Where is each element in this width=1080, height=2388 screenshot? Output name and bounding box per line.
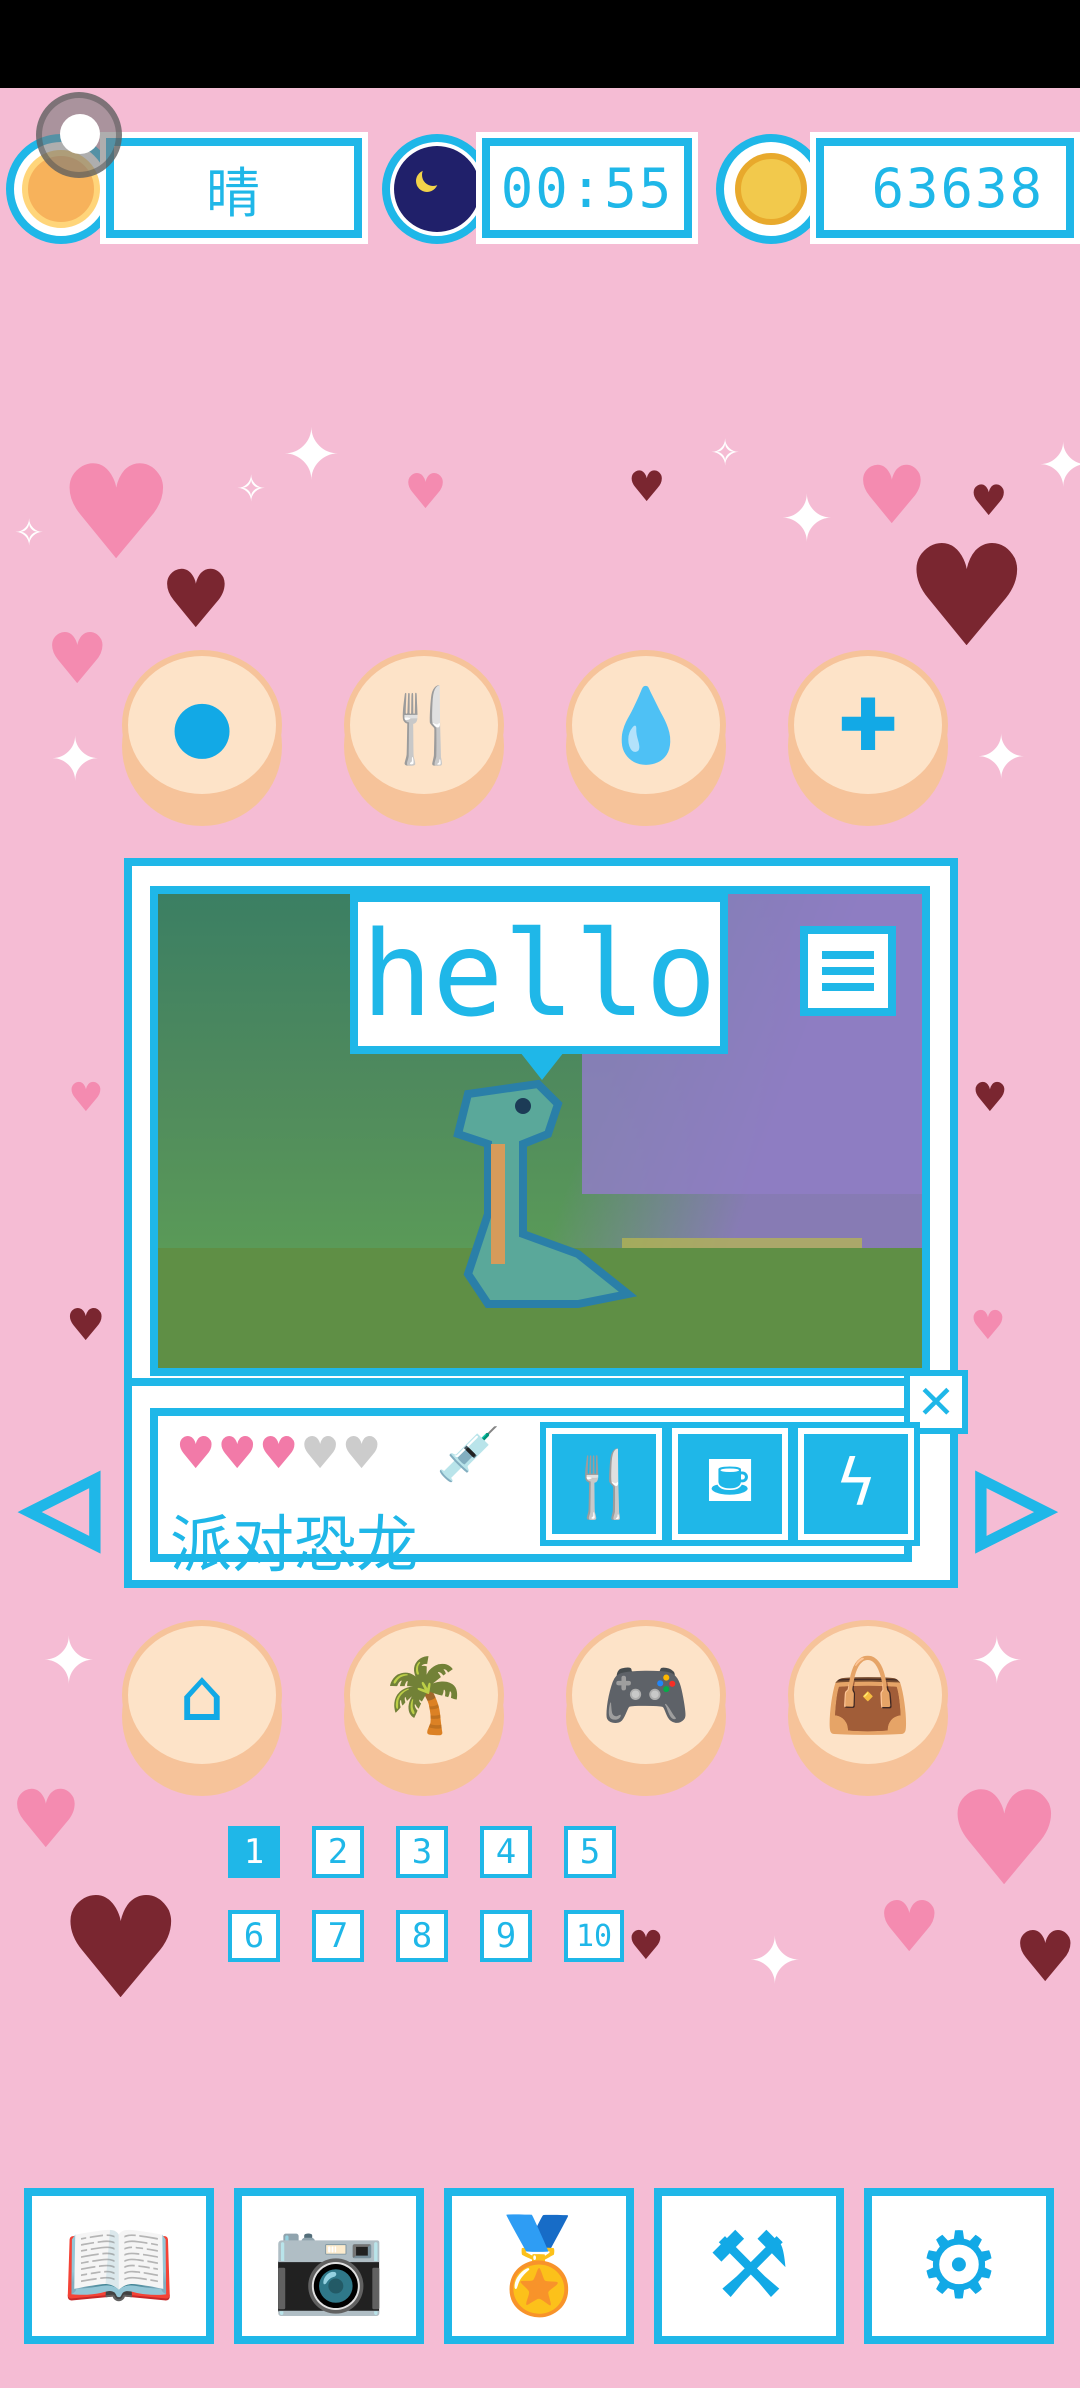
book-icon: 📖 xyxy=(61,2212,177,2319)
house-icon: ⌂ xyxy=(179,1653,225,1737)
arrow-left-icon: ◁ xyxy=(21,1445,101,1563)
water-cup-icon: ⛾ xyxy=(703,1443,757,1517)
tools-icon: ⚒ xyxy=(707,2212,791,2319)
prev-pet-button[interactable]: ◁ xyxy=(21,1445,101,1563)
heart-decoration: ♥ xyxy=(68,1075,104,1121)
page-2-button[interactable]: 2 xyxy=(312,1826,364,1878)
next-pet-button[interactable]: ▷ xyxy=(975,1445,1055,1563)
gear-icon: ⚙ xyxy=(917,2212,1001,2319)
heart-decoration: ♥ xyxy=(970,1303,1006,1349)
heart-decoration: ♥ xyxy=(972,1075,1008,1121)
page-9-button[interactable]: 9 xyxy=(480,1910,532,1962)
camera-icon: 📷 xyxy=(271,2212,387,2319)
heart-decoration: ♥ xyxy=(58,1868,184,2031)
medal-button[interactable]: 🏅 xyxy=(444,2188,634,2344)
page-8-button[interactable]: 8 xyxy=(396,1910,448,1962)
coin-icon xyxy=(716,134,826,244)
heart-decoration: ♥ xyxy=(1014,1916,1077,1998)
status-bar xyxy=(0,0,1080,88)
heart-decoration: ♥ xyxy=(404,464,448,520)
heart-decoration: ♥ xyxy=(946,1763,1063,1915)
home-button[interactable]: ⌂ xyxy=(122,1620,282,1796)
shop-button[interactable]: 👜 xyxy=(788,1620,948,1796)
heart-decoration: ♥ xyxy=(904,516,1030,679)
health-hearts: ♥ ♥ ♥ ♥ ♥ xyxy=(176,1428,381,1479)
hamburger-menu-icon xyxy=(822,951,874,959)
sparkle-decoration: ✧ xyxy=(236,469,267,510)
sparkle-decoration: ✧ xyxy=(710,433,741,474)
close-button[interactable]: ✕ xyxy=(904,1370,968,1434)
pet-button[interactable]: ● xyxy=(122,650,282,826)
arrow-right-icon: ▷ xyxy=(975,1445,1055,1563)
sparkle-decoration: ✧ xyxy=(14,513,45,554)
sparkle-decoration: ✦ xyxy=(780,483,834,557)
heart-decoration: ♥ xyxy=(160,553,232,646)
heart-empty-icon: ♥ xyxy=(341,1428,382,1479)
heart-decoration: ♥ xyxy=(628,462,666,511)
camera-button[interactable]: 📷 xyxy=(234,2188,424,2344)
coins-pill[interactable]: 63638 xyxy=(716,130,1080,248)
page-5-button[interactable]: 5 xyxy=(564,1826,616,1878)
fork-knife-icon: 🍴 xyxy=(564,1447,644,1522)
scene-menu-button[interactable] xyxy=(800,926,896,1016)
game-button[interactable]: 🎮 xyxy=(566,1620,726,1796)
sparkle-decoration: ✦ xyxy=(50,725,101,795)
beach-button[interactable]: 🌴 xyxy=(344,1620,504,1796)
pet-name: 派对恐龙 xyxy=(170,1508,419,1581)
feed-button[interactable]: 🍴 xyxy=(344,650,504,826)
water-drop-icon: 💧 xyxy=(601,683,691,767)
stat-food-button[interactable]: 🍴 xyxy=(540,1422,668,1546)
heart-decoration: ♥ xyxy=(58,437,175,589)
page-3-button[interactable]: 3 xyxy=(396,1826,448,1878)
screen-magnifier-icon xyxy=(36,92,122,178)
dinosaur-pet[interactable] xyxy=(428,1064,668,1324)
page-4-button[interactable]: 4 xyxy=(480,1826,532,1878)
settings-button[interactable]: ⚙ xyxy=(864,2188,1054,2344)
heart-decoration: ♥ xyxy=(628,1923,664,1969)
medal-icon: 🏅 xyxy=(481,2212,597,2319)
lightning-icon: ϟ xyxy=(834,1447,878,1521)
sparkle-decoration: ✦ xyxy=(282,414,341,496)
moon-icon xyxy=(382,134,492,244)
heart-full-icon: ♥ xyxy=(258,1428,299,1479)
syringe-icon[interactable]: 💉 xyxy=(436,1424,501,1485)
fork-knife-icon: 🍴 xyxy=(379,683,469,767)
page-10-button[interactable]: 10 xyxy=(564,1910,624,1962)
speech-bubble: hello xyxy=(350,894,728,1054)
coins-amount: 63638 xyxy=(810,132,1080,244)
tools-button[interactable]: ⚒ xyxy=(654,2188,844,2344)
close-icon: ✕ xyxy=(916,1375,956,1429)
beach-palm-icon: 🌴 xyxy=(379,1653,469,1737)
sparkle-decoration: ✦ xyxy=(976,723,1027,793)
weather-label: 晴 xyxy=(100,132,368,244)
heart-decoration: ♥ xyxy=(66,1300,106,1351)
water-button[interactable]: 💧 xyxy=(566,650,726,826)
heal-button[interactable]: ✚ xyxy=(788,650,948,826)
sparkle-decoration: ✦ xyxy=(748,1925,802,1999)
heart-empty-icon: ♥ xyxy=(300,1428,340,1479)
heart-decoration: ♥ xyxy=(878,1886,941,1968)
heart-full-icon: ♥ xyxy=(217,1428,257,1479)
page-7-button[interactable]: 7 xyxy=(312,1910,364,1962)
bag-icon: 👜 xyxy=(823,1653,913,1737)
page-1-button[interactable]: 1 xyxy=(228,1826,280,1878)
page-6-button[interactable]: 6 xyxy=(228,1910,280,1962)
speech-bubble-tail xyxy=(520,1052,564,1080)
gamepad-icon: 🎮 xyxy=(601,1653,691,1737)
heart-full-icon: ♥ xyxy=(176,1428,216,1479)
stat-water-button[interactable]: ⛾ xyxy=(666,1422,794,1546)
plus-icon: ✚ xyxy=(837,683,899,767)
clock-pill: 00:55 xyxy=(382,130,698,248)
sparkle-decoration: ✦ xyxy=(970,1625,1024,1699)
book-button[interactable]: 📖 xyxy=(24,2188,214,2344)
clock-time: 00:55 xyxy=(476,132,698,244)
sparkle-decoration: ✦ xyxy=(42,1625,96,1699)
slime-icon: ● xyxy=(170,683,234,767)
sparkle-decoration: ✦ xyxy=(1038,431,1080,501)
heart-decoration: ♥ xyxy=(46,618,109,700)
heart-decoration: ♥ xyxy=(10,1773,82,1866)
stat-energy-button[interactable]: ϟ xyxy=(792,1422,920,1546)
